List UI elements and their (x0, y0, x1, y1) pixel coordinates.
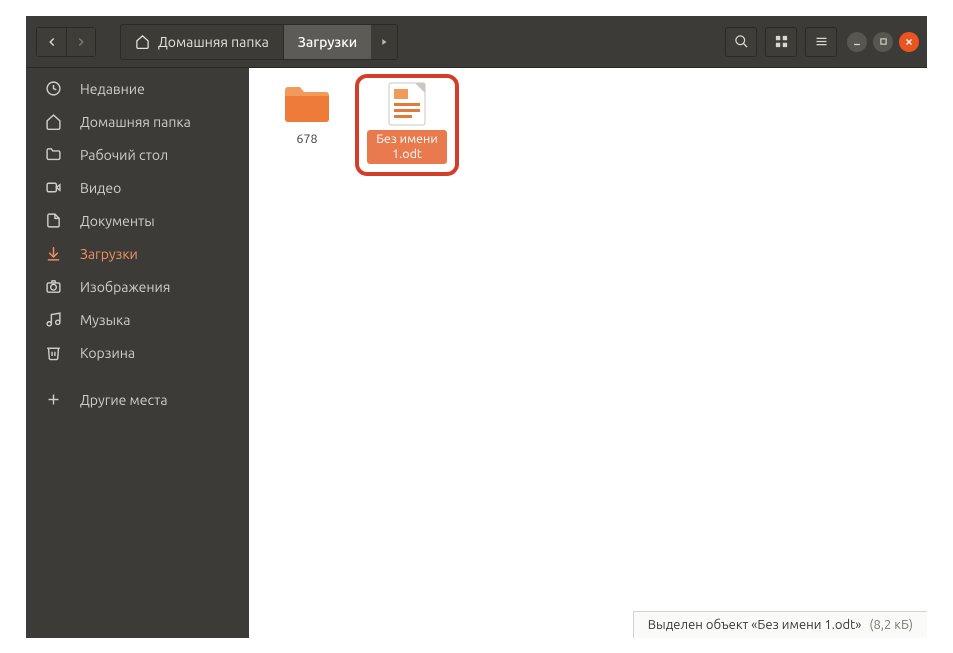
search-icon (734, 34, 749, 49)
sidebar-item-downloads[interactable]: Загрузки (26, 237, 248, 270)
folder-item[interactable]: 678 (267, 82, 347, 149)
nav-back-button[interactable] (36, 27, 66, 57)
folder-icon (45, 146, 62, 163)
header-bar: Домашняя папка Загрузки (26, 16, 927, 68)
path-next-button[interactable] (371, 25, 397, 59)
home-icon (45, 113, 62, 130)
folder-icon (283, 84, 331, 124)
chevron-right-icon (74, 35, 88, 49)
file-label: 678 (290, 130, 323, 149)
doc-icon (45, 212, 62, 229)
sidebar-item-label: Рабочий стол (80, 147, 168, 163)
path-segment-home-label: Домашняя папка (158, 34, 269, 50)
status-text: Выделен объект «Без имени 1.odt» (648, 618, 862, 632)
sidebar-item-music[interactable]: Музыка (26, 303, 248, 336)
path-segment-current-label: Загрузки (298, 34, 357, 50)
sidebar-item-other-locations[interactable]: Другие места (26, 383, 248, 416)
sidebar-item-documents[interactable]: Документы (26, 204, 248, 237)
menu-icon (814, 34, 829, 49)
sidebar-item-label: Недавние (80, 81, 145, 97)
sidebar-item-label: Загрузки (80, 246, 138, 262)
download-icon (45, 245, 62, 262)
window-close-button[interactable] (899, 32, 919, 52)
path-segment-home[interactable]: Домашняя папка (121, 25, 284, 59)
status-bar: Выделен объект «Без имени 1.odt» (8,2 кБ… (633, 611, 927, 638)
icon-grid: 678 Без имени 1.odt (249, 68, 927, 178)
minimize-icon (852, 37, 862, 47)
home-icon (135, 34, 150, 49)
sidebar-item-label: Изображения (80, 279, 170, 295)
header-actions (725, 16, 919, 67)
sidebar-item-trash[interactable]: Корзина (26, 336, 248, 369)
sidebar-item-label: Другие места (80, 392, 168, 408)
document-item[interactable]: Без имени 1.odt (367, 82, 447, 164)
sidebar-item-recent[interactable]: Недавние (26, 72, 248, 105)
hamburger-menu-button[interactable] (805, 27, 837, 57)
music-icon (45, 311, 62, 328)
status-size: (8,2 кБ) (869, 618, 913, 632)
sidebar-item-label: Видео (80, 180, 121, 196)
file-view[interactable]: 678 Без имени 1.odt (248, 68, 927, 638)
sidebar-item-label: Домашняя папка (80, 114, 191, 130)
view-switcher-button[interactable] (765, 27, 797, 57)
triangle-right-icon (379, 37, 389, 47)
sidebar-item-label: Музыка (80, 312, 130, 328)
clock-icon (45, 80, 62, 97)
path-segment-current[interactable]: Загрузки (284, 25, 371, 59)
sidebar-item-videos[interactable]: Видео (26, 171, 248, 204)
chevron-left-icon (45, 35, 59, 49)
sidebar-item-desktop[interactable]: Рабочий стол (26, 138, 248, 171)
grid-icon (774, 34, 789, 49)
window-minimize-button[interactable] (847, 32, 867, 52)
file-label: Без имени 1.odt (367, 130, 447, 164)
path-bar: Домашняя папка Загрузки (120, 24, 398, 60)
maximize-icon (879, 37, 888, 46)
search-button[interactable] (725, 27, 757, 57)
plus-icon (45, 391, 62, 408)
nav-forward-button[interactable] (66, 27, 96, 57)
window-controls (847, 32, 919, 52)
window-maximize-button[interactable] (873, 32, 893, 52)
video-icon (45, 179, 62, 196)
nav-buttons (36, 27, 96, 57)
camera-icon (45, 278, 62, 295)
trash-icon (45, 344, 62, 361)
sidebar-item-pictures[interactable]: Изображения (26, 270, 248, 303)
sidebar-item-label: Документы (80, 213, 155, 229)
sidebar-item-label: Корзина (80, 345, 135, 361)
close-icon (904, 37, 914, 47)
sidebar-item-home[interactable]: Домашняя папка (26, 105, 248, 138)
document-icon (387, 81, 427, 127)
places-sidebar: Недавние Домашняя папка Рабочий стол Вид… (26, 68, 248, 638)
